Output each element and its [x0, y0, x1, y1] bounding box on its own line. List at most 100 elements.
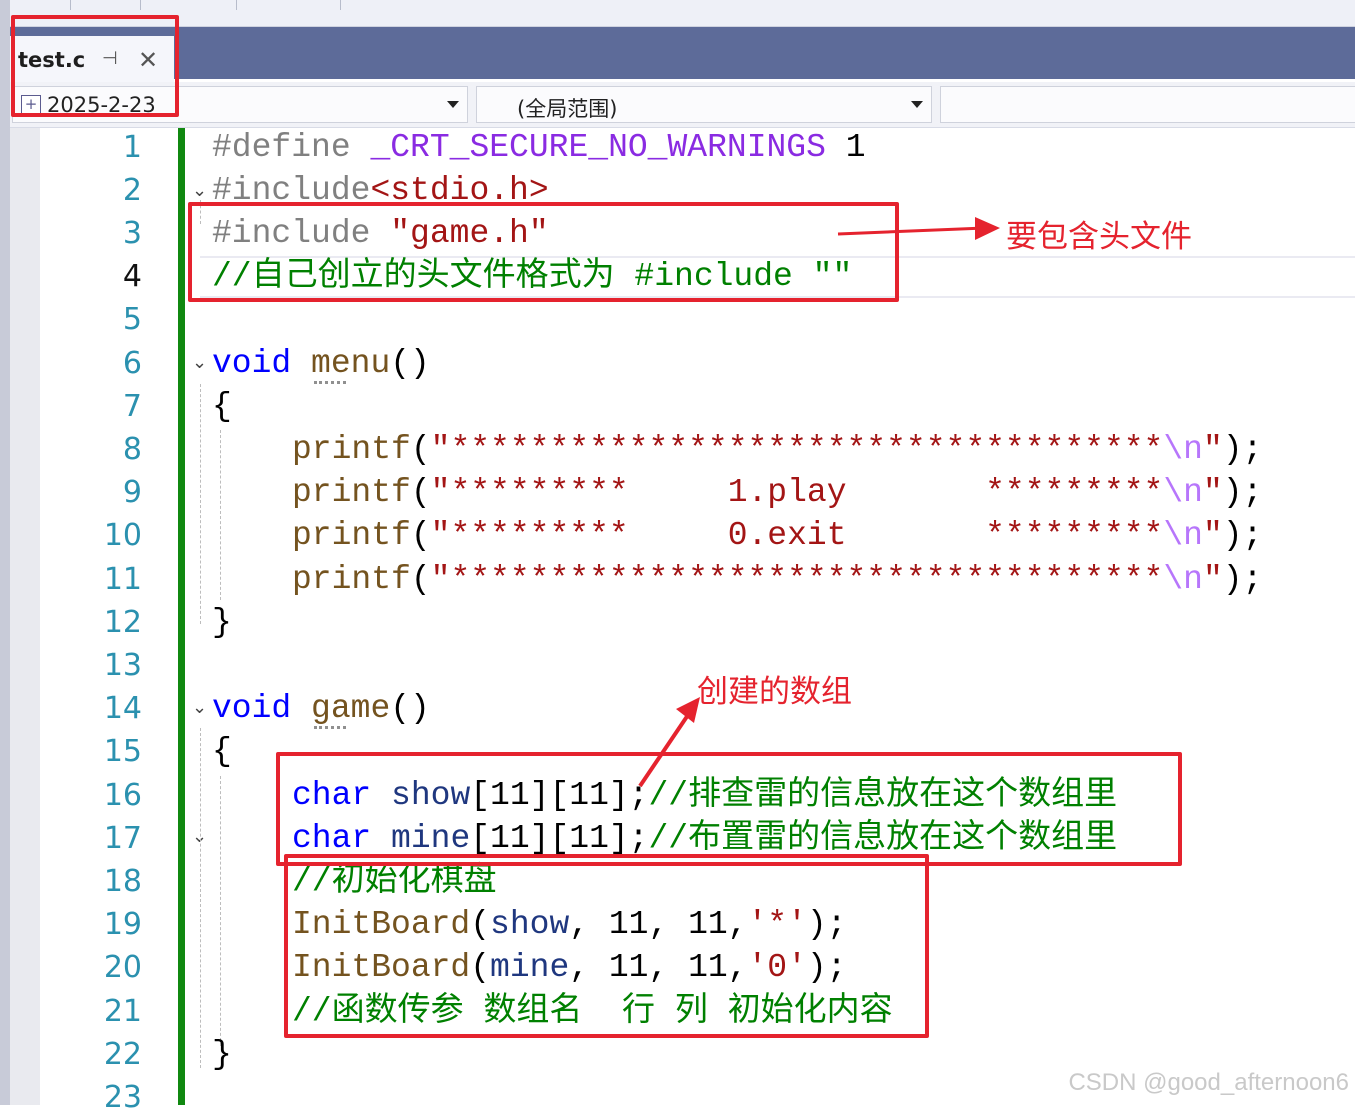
- quick-action-dots: [314, 726, 346, 729]
- line-number: 12: [103, 605, 142, 640]
- line-number: 8: [122, 432, 142, 467]
- annotation-box-arrays: [276, 752, 1182, 866]
- code-line-11[interactable]: printf("********************************…: [292, 560, 1262, 600]
- punctuation: (: [410, 474, 431, 511]
- keyword: void: [212, 690, 292, 727]
- code-line-14[interactable]: void game(): [212, 689, 430, 729]
- change-tracking-bar: [178, 128, 185, 1105]
- glyph-margin: [10, 128, 40, 1105]
- string-literal: ": [1202, 561, 1223, 598]
- punctuation: (: [410, 561, 431, 598]
- string-literal: ": [1202, 474, 1223, 511]
- line-number: 17: [103, 821, 142, 856]
- annotation-box-tab: [11, 15, 179, 117]
- keyword: void: [212, 345, 292, 382]
- line-number: 7: [122, 389, 142, 424]
- toolbar-separator: [140, 0, 141, 10]
- function-name: menu: [311, 345, 391, 382]
- collapse-icon[interactable]: ⌄: [192, 697, 207, 718]
- scope-combo[interactable]: (全局范围): [476, 86, 932, 123]
- string-literal: ": [1202, 517, 1223, 554]
- code-line-9[interactable]: printf("********* 1.play *********\n");: [292, 473, 1262, 513]
- indent-guide: [220, 430, 221, 600]
- window-edge: [0, 0, 10, 1105]
- function-call: printf: [292, 561, 411, 598]
- chevron-down-icon: [447, 101, 459, 108]
- chevron-down-icon: [911, 101, 923, 108]
- punctuation: (: [410, 517, 431, 554]
- code-line-12[interactable]: }: [212, 603, 232, 643]
- line-number: 11: [103, 562, 142, 597]
- line-number: 13: [103, 648, 142, 683]
- collapse-icon[interactable]: ⌄: [192, 180, 207, 201]
- toolbar-separator: [340, 0, 341, 10]
- line-number: 19: [103, 907, 142, 942]
- outline-guide: [200, 728, 201, 1068]
- escape-sequence: \n: [1163, 517, 1203, 554]
- code-line-6[interactable]: void menu(): [212, 344, 430, 384]
- annotation-box-initboard: [284, 854, 929, 1038]
- function-call: printf: [292, 431, 411, 468]
- punctuation: );: [1222, 517, 1263, 554]
- line-number: 5: [122, 302, 142, 337]
- string-literal: ": [1202, 431, 1223, 468]
- line-number: 18: [103, 864, 142, 899]
- code-line-15[interactable]: {: [212, 732, 232, 772]
- line-number: 22: [103, 1037, 142, 1072]
- line-number: 10: [103, 518, 142, 553]
- number-literal: 1: [825, 129, 866, 166]
- punctuation: (): [390, 690, 430, 727]
- string-literal: "********* 0.exit *********: [430, 517, 1164, 554]
- code-line-8[interactable]: printf("********************************…: [292, 430, 1262, 470]
- string-literal: "************************************: [430, 561, 1164, 598]
- outline-guide: [200, 384, 201, 624]
- annotation-box-include: [188, 202, 899, 302]
- code-line-22[interactable]: }: [212, 1035, 232, 1075]
- line-number: 14: [103, 691, 142, 726]
- function-call: printf: [292, 474, 411, 511]
- line-number: 1: [122, 130, 142, 165]
- function-call: printf: [292, 517, 411, 554]
- code-line-10[interactable]: printf("********* 0.exit *********\n");: [292, 516, 1262, 556]
- line-number-current: 4: [122, 259, 142, 294]
- toolbar-separator: [70, 0, 71, 10]
- document-tab-well: [0, 27, 1355, 79]
- line-number: 23: [103, 1080, 142, 1115]
- punctuation: );: [1222, 431, 1263, 468]
- indent-guide: [220, 776, 221, 1046]
- member-combo[interactable]: [940, 86, 1355, 123]
- quick-action-dots: [314, 381, 346, 384]
- macro-name: _CRT_SECURE_NO_WARNINGS: [370, 129, 826, 166]
- line-number: 6: [122, 346, 142, 381]
- line-number: 2: [122, 173, 142, 208]
- escape-sequence: \n: [1163, 431, 1203, 468]
- collapse-icon[interactable]: ⌄: [192, 352, 207, 373]
- punctuation: );: [1222, 474, 1263, 511]
- string-literal: "********* 1.play *********: [430, 474, 1164, 511]
- code-line-7[interactable]: {: [212, 387, 232, 427]
- line-number: 9: [122, 475, 142, 510]
- punctuation: (: [410, 431, 431, 468]
- code-line-1[interactable]: #define _CRT_SECURE_NO_WARNINGS 1: [212, 128, 866, 168]
- line-number: 21: [103, 994, 142, 1029]
- toolbar-separator: [236, 0, 237, 10]
- line-number: 15: [103, 734, 142, 769]
- escape-sequence: \n: [1163, 561, 1203, 598]
- line-number: 16: [103, 778, 142, 813]
- punctuation: (): [390, 345, 430, 382]
- watermark: CSDN @good_afternoon6: [1068, 1069, 1349, 1096]
- annotation-array-created: 创建的数组: [697, 674, 852, 710]
- line-number: 3: [122, 216, 142, 251]
- navigation-bar: + 2025-2-23 (全局范围): [0, 82, 1355, 128]
- scope-combo-value: (全局范围): [517, 97, 618, 121]
- punctuation: );: [1222, 561, 1263, 598]
- escape-sequence: \n: [1163, 474, 1203, 511]
- toolbar-strip: [0, 0, 1355, 27]
- string-literal: "************************************: [430, 431, 1164, 468]
- function-name: game: [311, 690, 391, 727]
- preprocessor-directive: #define: [212, 129, 371, 166]
- line-number: 20: [103, 950, 142, 985]
- annotation-include-header: 要包含头文件: [1006, 219, 1192, 255]
